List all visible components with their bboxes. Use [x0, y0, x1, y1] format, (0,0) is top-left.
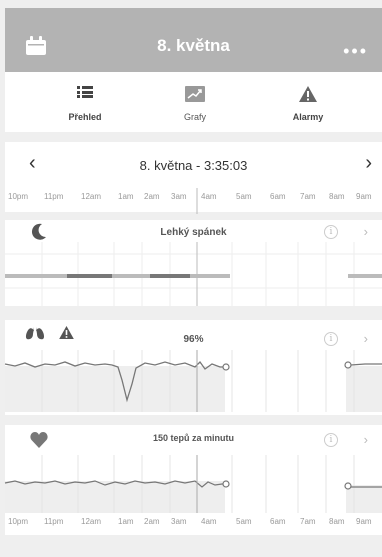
- more-options-icon[interactable]: •••: [343, 42, 368, 60]
- tab-overview-label: Přehled: [68, 112, 102, 122]
- hour-label: 3am: [171, 517, 187, 526]
- page-title: 8. května: [157, 36, 230, 55]
- hour-label: 4am: [201, 517, 217, 526]
- tab-alarms-label: Alarmy: [292, 112, 324, 122]
- hour-label: 8am: [329, 517, 345, 526]
- heart-rate-chart: [4, 455, 382, 513]
- warning-icon: [299, 86, 317, 102]
- current-date-time: 8. května - 3:35:03: [139, 158, 248, 173]
- list-icon: [77, 86, 93, 98]
- hour-axis-bottom: 10pm 11pm 12am 1am 2am 3am 4am 5am 6am 7…: [0, 517, 382, 531]
- chevron-right-icon[interactable]: ›: [364, 432, 368, 447]
- footer-spacer: [5, 540, 382, 557]
- info-icon[interactable]: i: [324, 433, 338, 447]
- chevron-right-icon[interactable]: ›: [364, 224, 368, 239]
- hour-label: 5am: [236, 517, 252, 526]
- hour-label: 6am: [270, 517, 286, 526]
- tab-alarms[interactable]: Alarmy: [248, 72, 368, 132]
- chart-icon: [185, 86, 205, 102]
- tab-charts[interactable]: Grafy: [135, 72, 255, 132]
- info-icon[interactable]: i: [324, 225, 338, 239]
- hour-label: 1am: [118, 517, 134, 526]
- hour-label: 12am: [81, 517, 102, 526]
- app-frame: 8. května ••• Přehled Grafy Alarmy ‹ 8. …: [0, 0, 382, 557]
- hour-label: 11pm: [44, 517, 64, 526]
- oxygen-chart: [4, 350, 382, 412]
- hour-label: 2am: [144, 517, 160, 526]
- timeline-cursor-top: [196, 188, 198, 214]
- sleep-chart: [5, 242, 382, 306]
- hour-label: 9am: [356, 517, 372, 526]
- tab-bar: Přehled Grafy Alarmy: [5, 72, 382, 132]
- hour-label: 10pm: [8, 517, 29, 526]
- tab-charts-label: Grafy: [183, 112, 206, 122]
- next-date-button[interactable]: ›: [365, 152, 372, 175]
- hour-label: 7am: [300, 517, 316, 526]
- app-header: 8. května •••: [5, 8, 382, 72]
- info-icon[interactable]: i: [324, 332, 338, 346]
- chevron-right-icon[interactable]: ›: [364, 331, 368, 346]
- tab-overview[interactable]: Přehled: [25, 72, 145, 132]
